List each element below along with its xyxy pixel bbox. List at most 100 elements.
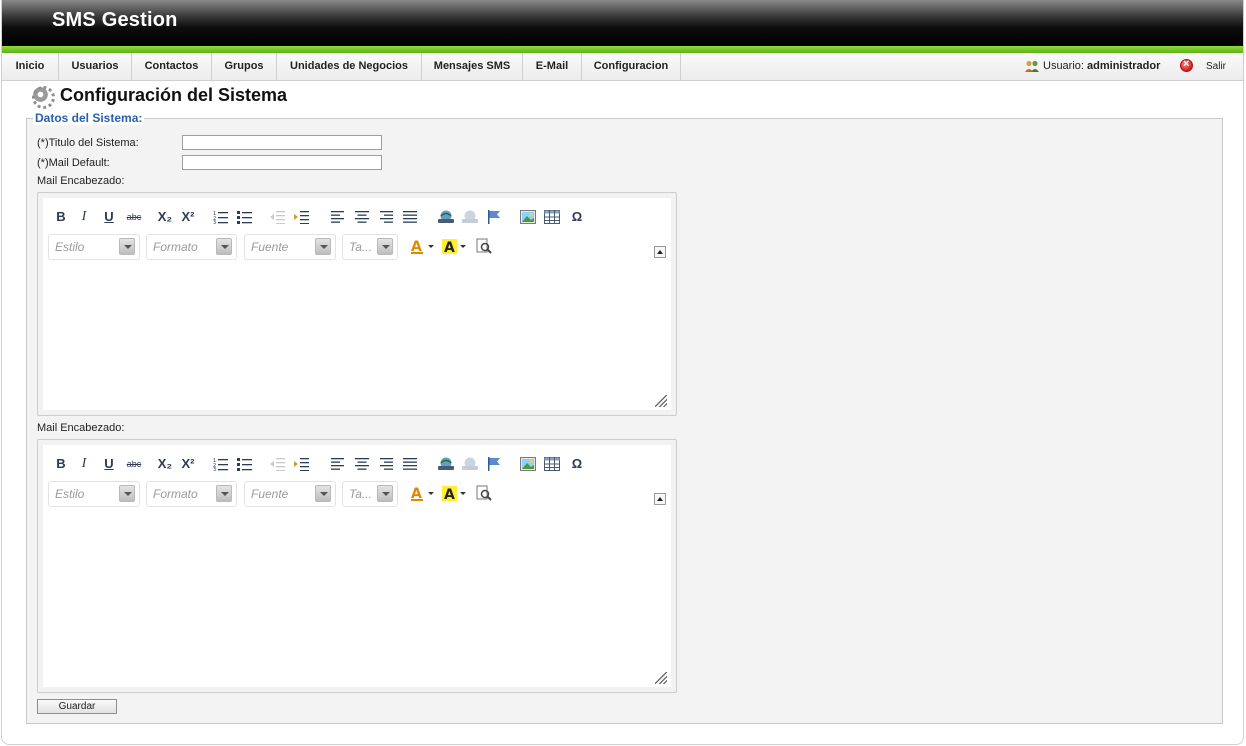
italic-button[interactable]: I (75, 207, 93, 227)
style-combo-text: Estilo (55, 487, 85, 501)
align-center-icon[interactable] (354, 210, 370, 224)
text-color-icon[interactable]: A (410, 485, 436, 503)
font-combo[interactable]: Fuente (244, 234, 336, 260)
collapse-toolbar-button[interactable] (654, 246, 666, 258)
align-right-icon[interactable] (378, 457, 394, 471)
header-accent-bar (2, 46, 1243, 53)
app-title: SMS Gestion (52, 9, 178, 31)
gear-icon (32, 86, 55, 109)
format-combo[interactable]: Formato (146, 481, 237, 507)
justify-icon[interactable] (402, 457, 418, 471)
unlink-icon[interactable] (461, 457, 479, 471)
font-combo-text: Fuente (251, 240, 289, 254)
size-combo[interactable]: Ta... (342, 234, 398, 260)
image-icon[interactable] (520, 210, 536, 224)
nav-item-inicio[interactable]: Inicio (2, 53, 59, 80)
strikethrough-button[interactable]: abc (123, 454, 145, 474)
bold-button[interactable]: B (51, 207, 71, 227)
chevron-down-icon (315, 238, 331, 255)
editor-body-1[interactable]: B I U abc X₂ X² 123 Ω Estilo Formato Fue… (43, 198, 671, 410)
style-combo[interactable]: Estilo (48, 481, 140, 507)
chevron-down-icon (216, 485, 232, 502)
underline-button[interactable]: U (99, 454, 119, 474)
font-combo-text: Fuente (251, 487, 289, 501)
chevron-down-icon (216, 238, 232, 255)
resize-grip-icon[interactable] (655, 395, 667, 407)
image-icon[interactable] (520, 457, 536, 471)
logout-link[interactable]: Salir (1206, 53, 1226, 80)
svg-text:3: 3 (213, 220, 216, 224)
subscript-button[interactable]: X₂ (155, 207, 175, 227)
nav-item-email[interactable]: E-Mail (523, 53, 582, 80)
size-combo-text: Ta... (349, 240, 372, 254)
bold-button[interactable]: B (51, 454, 71, 474)
nav-item-contactos[interactable]: Contactos (132, 53, 212, 80)
justify-icon[interactable] (402, 210, 418, 224)
special-char-icon[interactable]: Ω (568, 207, 586, 227)
background-color-icon[interactable]: A (442, 238, 468, 256)
chevron-down-icon (315, 485, 331, 502)
editor-toolbar-row-2: Estilo Formato Fuente Ta... A A (48, 234, 648, 260)
underline-button[interactable]: U (99, 207, 119, 227)
background-color-icon[interactable]: A (442, 485, 468, 503)
outdent-icon[interactable] (269, 210, 285, 224)
svg-text:A: A (444, 240, 455, 256)
format-combo[interactable]: Formato (146, 234, 237, 260)
editor-toolbar-row-2: Estilo Formato Fuente Ta... A A (48, 481, 648, 507)
indent-icon[interactable] (293, 457, 309, 471)
format-combo-text: Formato (153, 487, 198, 501)
chevron-down-icon (119, 485, 135, 502)
editor2-label: Mail Encabezado: (37, 422, 125, 434)
save-button[interactable]: Guardar (37, 699, 117, 714)
table-icon[interactable] (544, 210, 560, 224)
indent-icon[interactable] (293, 210, 309, 224)
subscript-button[interactable]: X₂ (155, 454, 175, 474)
special-char-icon[interactable]: Ω (568, 454, 586, 474)
bulleted-list-icon[interactable] (237, 457, 253, 471)
editor1-label: Mail Encabezado: (37, 175, 125, 187)
mail-default-input[interactable] (182, 155, 382, 170)
superscript-button[interactable]: X² (178, 207, 198, 227)
style-combo-text: Estilo (55, 240, 85, 254)
nav-item-configuracion[interactable]: Configuracion (582, 53, 681, 80)
mail-default-label: (*)Mail Default: (37, 157, 110, 169)
size-combo[interactable]: Ta... (342, 481, 398, 507)
svg-text:3: 3 (213, 467, 216, 471)
align-left-icon[interactable] (330, 457, 346, 471)
link-icon[interactable] (437, 210, 455, 224)
table-icon[interactable] (544, 457, 560, 471)
bulleted-list-icon[interactable] (237, 210, 253, 224)
align-right-icon[interactable] (378, 210, 394, 224)
editor-toolbar-row-1: B I U abc X₂ X² 123 Ω (51, 207, 651, 227)
nav-item-unidades-de-negocios[interactable]: Unidades de Negocios (277, 53, 422, 80)
nav-item-mensajes-sms[interactable]: Mensajes SMS (422, 53, 523, 80)
text-color-icon[interactable]: A (410, 238, 436, 256)
system-data-fieldset: Datos del Sistema: (*)Titulo del Sistema… (26, 111, 1223, 724)
nav-item-usuarios[interactable]: Usuarios (59, 53, 132, 80)
resize-grip-icon[interactable] (655, 672, 667, 684)
preview-icon[interactable] (476, 485, 492, 501)
preview-icon[interactable] (476, 238, 492, 254)
font-combo[interactable]: Fuente (244, 481, 336, 507)
logout-icon[interactable] (1180, 51, 1193, 78)
numbered-list-icon[interactable]: 123 (213, 210, 229, 224)
app-window: SMS Gestion Inicio Usuarios Contactos Gr… (1, 0, 1244, 745)
strikethrough-button[interactable]: abc (123, 207, 145, 227)
align-center-icon[interactable] (354, 457, 370, 471)
editor-body-2[interactable]: B I U abc X₂ X² 123 Ω Estilo Formato Fue… (43, 445, 671, 687)
style-combo[interactable]: Estilo (48, 234, 140, 260)
collapse-toolbar-button[interactable] (654, 493, 666, 505)
anchor-flag-icon[interactable] (486, 457, 502, 471)
nav-item-grupos[interactable]: Grupos (212, 53, 277, 80)
anchor-flag-icon[interactable] (486, 210, 502, 224)
titulo-input[interactable] (182, 135, 382, 150)
superscript-button[interactable]: X² (178, 454, 198, 474)
outdent-icon[interactable] (269, 457, 285, 471)
fieldset-legend: Datos del Sistema: (33, 111, 145, 125)
numbered-list-icon[interactable]: 123 (213, 457, 229, 471)
unlink-icon[interactable] (461, 210, 479, 224)
link-icon[interactable] (437, 457, 455, 471)
align-left-icon[interactable] (330, 210, 346, 224)
italic-button[interactable]: I (75, 454, 93, 474)
user-prefix: Usuario: (1043, 60, 1084, 72)
